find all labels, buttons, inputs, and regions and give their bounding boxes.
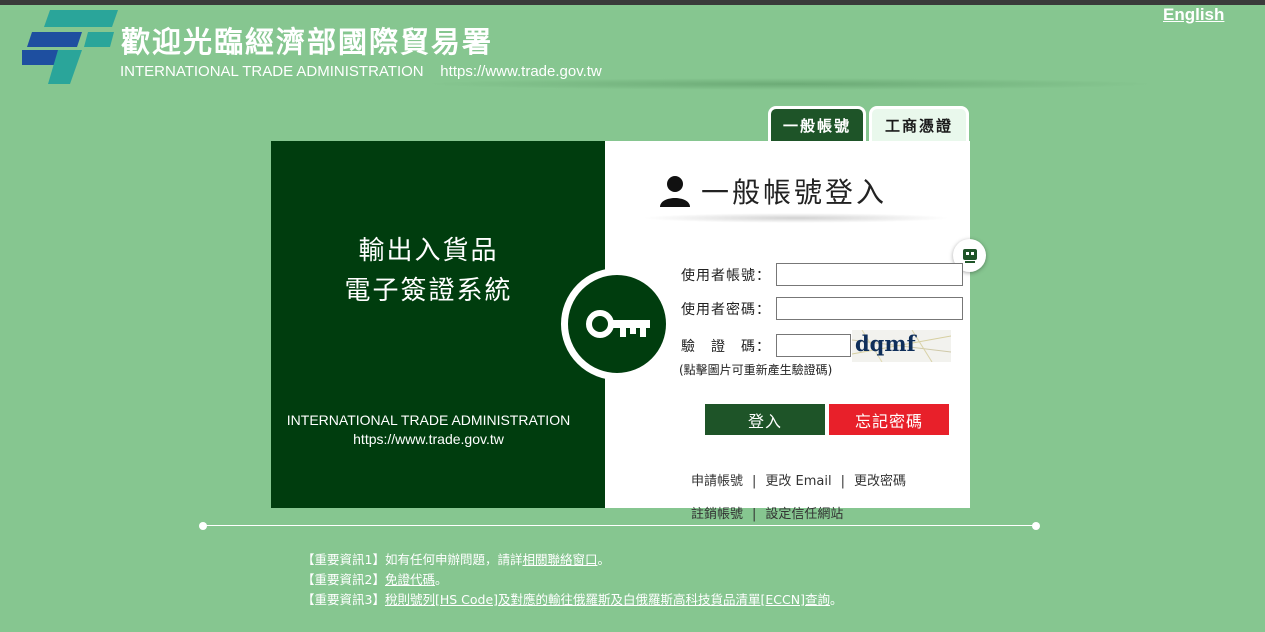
system-banner: 輸出入貨品 電子簽證系統 INTERNATIONAL TRADE ADMINIS… <box>271 141 605 508</box>
login-heading-text: 一般帳號登入 <box>701 176 888 209</box>
notice-2: 【重要資訊2】免證代碼。 <box>302 572 448 587</box>
org-info: INTERNATIONAL TRADE ADMINISTRATION https… <box>271 411 586 449</box>
key-badge <box>561 268 673 380</box>
org-name: INTERNATIONAL TRADE ADMINISTRATION <box>286 412 571 428</box>
heading-shadow <box>641 213 951 223</box>
trusted-sites-link[interactable]: 設定信任網站 <box>765 507 843 522</box>
captcha-label: 驗 證 碼： <box>681 339 771 355</box>
cancel-account-link[interactable]: 註銷帳號 <box>691 507 743 522</box>
divider-dot-left <box>199 522 207 530</box>
change-password-link[interactable]: 更改密碼 <box>854 474 906 489</box>
captcha-text: dqmf <box>855 331 918 356</box>
forgot-password-button[interactable]: 忘記密碼 <box>829 404 949 435</box>
exemption-code-link[interactable]: 免證代碼 <box>385 572 435 587</box>
notice-1: 【重要資訊1】如有任何申辦問題，請詳相關聯絡窗口。 <box>302 552 610 567</box>
site-title: 歡迎光臨經濟部國際貿易署 <box>121 25 494 59</box>
system-title: 輸出入貨品 電子簽證系統 <box>271 231 586 311</box>
divider-dot-right <box>1032 522 1040 530</box>
username-input[interactable] <box>776 263 963 286</box>
org-url: https://www.trade.gov.tw <box>353 431 504 447</box>
login-button[interactable]: 登入 <box>705 404 825 435</box>
footer-divider <box>203 525 1037 526</box>
username-label: 使用者帳號： <box>681 268 771 284</box>
account-links-row1: 申請帳號 | 更改 Email | 更改密碼 <box>691 474 907 489</box>
captcha-hint: (點擊圖片可重新產生驗證碼) <box>679 363 833 377</box>
change-email-link[interactable]: 更改 Email <box>765 474 831 489</box>
login-panel: 輸出入貨品 電子簽證系統 INTERNATIONAL TRADE ADMINIS… <box>271 141 986 508</box>
notice-3: 【重要資訊3】稅則號列[HS Code]及對應的輸往俄羅斯及白俄羅斯高科技貨品清… <box>302 592 843 607</box>
system-title-line1: 輸出入貨品 <box>358 236 499 266</box>
key-icon <box>586 310 650 338</box>
tab-general-account[interactable]: 一般帳號 <box>768 106 866 141</box>
captcha-input[interactable] <box>776 334 851 357</box>
ita-logo-icon <box>22 10 118 84</box>
top-bar <box>0 0 1265 5</box>
captcha-image[interactable]: dqmf <box>852 330 951 362</box>
user-icon <box>660 176 690 207</box>
password-input[interactable] <box>776 297 963 320</box>
account-links-row2: 註銷帳號 | 設定信任網站 <box>691 507 844 522</box>
header-divider <box>420 78 1160 90</box>
apply-account-link[interactable]: 申請帳號 <box>691 474 743 489</box>
tab-business-certificate[interactable]: 工商憑證 <box>869 106 969 141</box>
hs-code-eccn-link[interactable]: 稅則號列[HS Code]及對應的輸往俄羅斯及白俄羅斯高科技貨品清單[ECCN]… <box>385 592 830 607</box>
english-link[interactable]: English <box>1163 5 1224 25</box>
chat-robot-icon <box>962 248 977 263</box>
password-label: 使用者密碼： <box>681 302 771 318</box>
login-heading: 一般帳號登入 <box>659 171 887 211</box>
system-title-line2: 電子簽證系統 <box>344 276 513 306</box>
contact-window-link[interactable]: 相關聯絡窗口 <box>522 552 597 567</box>
